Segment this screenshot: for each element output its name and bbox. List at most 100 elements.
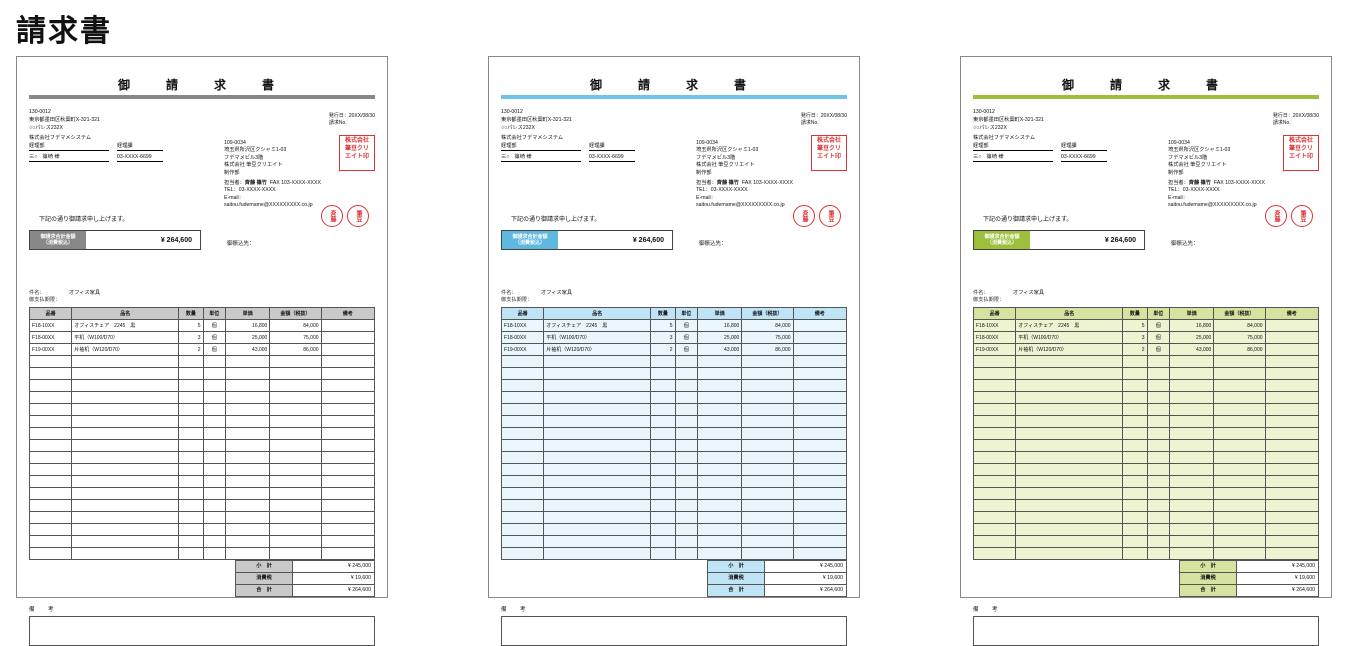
sender-person-label: 担当者： xyxy=(224,180,245,186)
sender-tel: 03-XXXX-XXXX xyxy=(239,187,276,193)
cell: 片袖机（W120/D70） xyxy=(544,344,651,356)
table-row-empty xyxy=(30,524,375,536)
table-row-empty xyxy=(502,524,847,536)
invoice-sheet: 御 請 求 書 発行日：20XX/08/30 請求No. 130-0012 東京… xyxy=(488,56,860,598)
grand-total-label: 御請求合計金額 （消費税込） xyxy=(974,231,1030,249)
table-row-empty xyxy=(502,440,847,452)
table-row-empty xyxy=(974,356,1319,368)
cell: 個 xyxy=(203,344,225,356)
client-dept: 経理部 xyxy=(29,143,109,151)
seal-1: 斉藤 xyxy=(793,205,815,227)
table-row: F18-10XXオフィスチェア 2245 黒5個16,80084,000 xyxy=(30,320,375,332)
table-row-empty xyxy=(974,428,1319,440)
table-row-empty xyxy=(30,512,375,524)
cell: F19-00XX xyxy=(502,344,544,356)
sender-block: 109-0034 埼玉県所沢区クシャミ1-03 フデマメビル3階 株式会社 筆豆… xyxy=(1168,139,1268,209)
client-person: 三○ 篠崎 様 xyxy=(501,154,581,162)
grand-total-label-2: （消費税込） xyxy=(515,240,545,247)
cell xyxy=(321,344,374,356)
company-seal: 株式会社 筆豆クリ エイト印 xyxy=(811,135,847,171)
issue-date-label: 発行日： xyxy=(1273,113,1293,119)
sender-person-label: 担当者： xyxy=(1168,180,1189,186)
accent-rule xyxy=(501,95,847,99)
cell: 75,000 xyxy=(1214,332,1265,344)
table-row: F19-00XX片袖机（W120/D70）2個43,00086,000 xyxy=(974,344,1319,356)
table-row-empty xyxy=(502,356,847,368)
col-header: 数量 xyxy=(651,308,675,320)
table-row: F19-00XX片袖机（W120/D70）2個43,00086,000 xyxy=(30,344,375,356)
cell: F18-10XX xyxy=(30,320,72,332)
company-seal: 株式会社 筆豆クリ エイト印 xyxy=(339,135,375,171)
sender-company: 株式会社 筆豆クリエイト xyxy=(696,162,796,169)
table-row: F18-10XXオフィスチェア 2245 黒5個16,80084,000 xyxy=(974,320,1319,332)
table-row-empty xyxy=(974,476,1319,488)
table-row-empty xyxy=(974,464,1319,476)
table-row-empty xyxy=(502,392,847,404)
col-header: 品番 xyxy=(30,308,72,320)
cell: 平机（W100/D70） xyxy=(1016,332,1123,344)
sender-email: saitou.fudemame@XXXXXXXXX.co.jp xyxy=(696,202,785,208)
table-row-empty xyxy=(30,428,375,440)
tax-label: 消費税 xyxy=(708,573,765,585)
remark-box xyxy=(501,616,847,646)
grand-label: 合 計 xyxy=(1180,585,1237,597)
cell: F18-10XX xyxy=(974,320,1016,332)
due-label: 御支払期限： xyxy=(973,297,1013,304)
col-header: 金額（税抜） xyxy=(1214,308,1265,320)
items-table: 品番品名数量単位単価金額（税抜）備考 F18-10XXオフィスチェア 2245 … xyxy=(29,307,375,560)
cell: 84,000 xyxy=(270,320,321,332)
issue-date-label: 発行日： xyxy=(329,113,349,119)
company-seal: 株式会社 筆豆クリ エイト印 xyxy=(1283,135,1319,171)
table-row-empty xyxy=(974,512,1319,524)
cell: 3 xyxy=(179,332,203,344)
table-row-empty xyxy=(502,464,847,476)
remark-label: 備 考 xyxy=(501,607,847,614)
sender-email-label: E-mail： xyxy=(696,195,716,201)
remark-box xyxy=(973,616,1319,646)
col-header: 単価 xyxy=(225,308,270,320)
sender-postal: 109-0034 xyxy=(224,140,324,147)
table-row-empty xyxy=(30,404,375,416)
invoice-no-label: 請求No. xyxy=(801,120,847,127)
table-row-empty xyxy=(974,392,1319,404)
table-row: F18-00XX平机（W100/D70）3個25,00075,000 xyxy=(502,332,847,344)
totals-table: 小 計¥ 245,000 消費税¥ 19,600 合 計¥ 264,600 xyxy=(707,560,847,597)
sender-address2: フデマメビル3階 xyxy=(1168,155,1268,162)
items-table: 品番品名数量単位単価金額（税抜）備考 F18-10XXオフィスチェア 2245 … xyxy=(973,307,1319,560)
col-header: 品番 xyxy=(502,308,544,320)
subtotal-value: ¥ 245,000 xyxy=(765,561,847,573)
col-header: 数量 xyxy=(179,308,203,320)
tax-value: ¥ 19,600 xyxy=(1237,573,1319,585)
sender-company: 株式会社 筆豆クリエイト xyxy=(1168,162,1268,169)
sender-company: 株式会社 筆豆クリエイト xyxy=(224,162,324,169)
table-row-empty xyxy=(30,500,375,512)
invoice-sheet: 御 請 求 書 発行日：20XX/08/30 請求No. 130-0012 東京… xyxy=(960,56,1332,598)
table-row-empty xyxy=(30,476,375,488)
client-dept: 経理部 xyxy=(973,143,1053,151)
client-postal: 130-0012 xyxy=(501,109,847,116)
cell: 86,000 xyxy=(1214,344,1265,356)
cell: 個 xyxy=(675,344,697,356)
meta-block: 発行日：20XX/08/30 請求No. xyxy=(1273,113,1319,127)
cell: F19-00XX xyxy=(30,344,72,356)
doc-title: 御 請 求 書 xyxy=(29,77,375,93)
col-header: 金額（税抜） xyxy=(742,308,793,320)
table-row-empty xyxy=(974,452,1319,464)
cell: 43,000 xyxy=(225,344,270,356)
col-header: 備考 xyxy=(321,308,374,320)
accent-rule xyxy=(973,95,1319,99)
sender-address2: フデマメビル3階 xyxy=(224,155,324,162)
sender-person: 斉藤 篠竹 xyxy=(245,180,267,186)
table-row: F19-00XX片袖机（W120/D70）2個43,00086,000 xyxy=(502,344,847,356)
sender-email: saitou.fudemame@XXXXXXXXX.co.jp xyxy=(224,202,313,208)
personal-seals: 斉藤 筆豆 xyxy=(793,205,841,227)
cell: 25,000 xyxy=(1169,332,1214,344)
grand-label: 合 計 xyxy=(708,585,765,597)
cell: 84,000 xyxy=(1214,320,1265,332)
subject-block: 件名：オフィス家具 御支払期限： xyxy=(501,290,847,304)
doc-title: 御 請 求 書 xyxy=(501,77,847,93)
table-row-empty xyxy=(974,368,1319,380)
invoice-no-label: 請求No. xyxy=(1273,120,1319,127)
table-row-empty xyxy=(502,452,847,464)
sender-address1: 埼玉県所沢区クシャミ1-03 xyxy=(696,147,796,154)
